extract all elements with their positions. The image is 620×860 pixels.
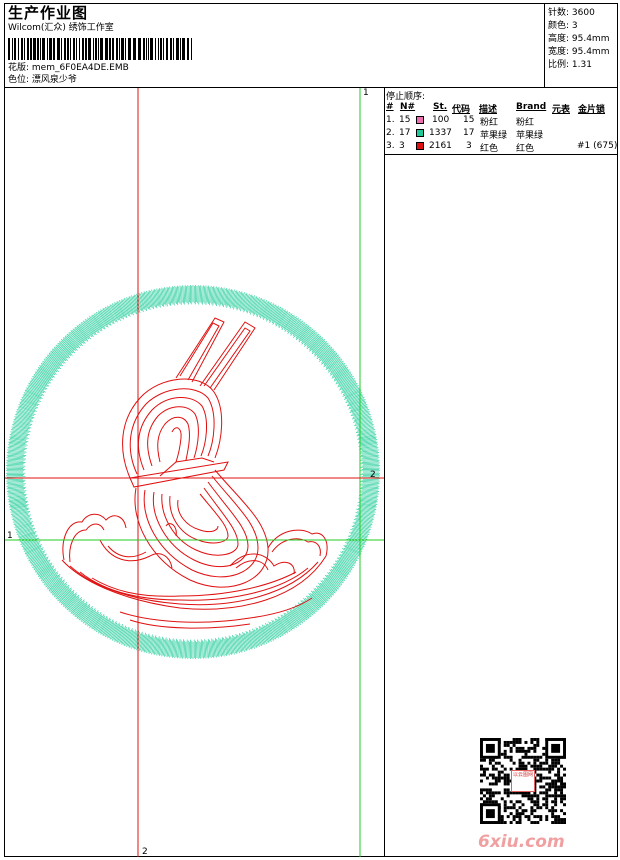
table-divider [384, 154, 618, 155]
ratio-value: 比例: 1.31 [548, 60, 592, 70]
row-description: 粉红 [480, 118, 499, 128]
row-code: 17 [463, 128, 475, 138]
stop-sequence-title: 停止顺序: [386, 92, 426, 102]
row-sequin: #1 (675) [577, 141, 618, 151]
row-needle: 17 [399, 128, 411, 138]
row-description: 红色 [480, 144, 499, 154]
height-value: 高度: 95.4mm [548, 34, 610, 44]
red-horizontal-label: 2 [370, 470, 376, 480]
stop-sequence-panel: 停止顺序: # N# St. 代码 描述 Brand 元表 金片锁 1. 15 … [386, 88, 618, 154]
design-name: 花版: mem_6F0EA4DE.EMB [8, 63, 129, 73]
panel-divider [384, 87, 385, 857]
color-scheme: 色位: 漂风泉少爷 [8, 75, 77, 85]
row-code: 3 [466, 141, 472, 151]
page-title: 生产作业图 [8, 4, 89, 22]
col-brand: Brand [516, 102, 547, 112]
stamp-text: 以云图网 [512, 772, 533, 778]
col-index: # [386, 102, 394, 112]
col-description: 描述 [479, 105, 498, 115]
row-index: 1. [386, 115, 395, 125]
watermark-logo: 6xiu.com [478, 832, 565, 852]
stitch-count: 针数: 3600 [548, 8, 595, 18]
rabbit-design [61, 317, 328, 629]
col-stitches: St. [433, 102, 448, 112]
row-index: 3. [386, 141, 395, 151]
green-vertical-label: 1 [363, 88, 369, 98]
green-ring [5, 284, 381, 660]
row-stitches: 1337 [429, 128, 452, 138]
row-index: 2. [386, 128, 395, 138]
software-label: Wilcom(汇众) 绣饰工作室 [8, 23, 114, 33]
red-vertical-label: 2 [142, 847, 148, 857]
barcode [8, 38, 192, 60]
col-sequin: 金片锁 [578, 105, 606, 115]
row-stitches: 100 [432, 115, 450, 125]
green-horizontal-label: 1 [7, 531, 13, 541]
row-needle: 15 [399, 115, 411, 125]
col-code: 代码 [452, 105, 471, 115]
row-description: 苹果绿 [480, 131, 508, 141]
row-code: 15 [463, 115, 475, 125]
stamp-mark: 以云图网 [511, 770, 535, 792]
row-brand: 红色 [516, 144, 535, 154]
row-brand: 粉红 [516, 118, 535, 128]
col-meter: 元表 [552, 105, 571, 115]
row-brand: 苹果绿 [516, 131, 544, 141]
color-swatch [416, 142, 424, 150]
color-count: 颜色: 3 [548, 21, 578, 31]
stats-box: 针数: 3600 颜色: 3 高度: 95.4mm 宽度: 95.4mm 比例:… [544, 3, 618, 87]
design-canvas [5, 88, 384, 857]
col-needle: N# [400, 102, 416, 112]
row-stitches: 2161 [429, 141, 452, 151]
row-needle: 3 [399, 141, 405, 151]
width-value: 宽度: 95.4mm [548, 47, 610, 57]
color-swatch [416, 129, 424, 137]
color-swatch [416, 116, 424, 124]
